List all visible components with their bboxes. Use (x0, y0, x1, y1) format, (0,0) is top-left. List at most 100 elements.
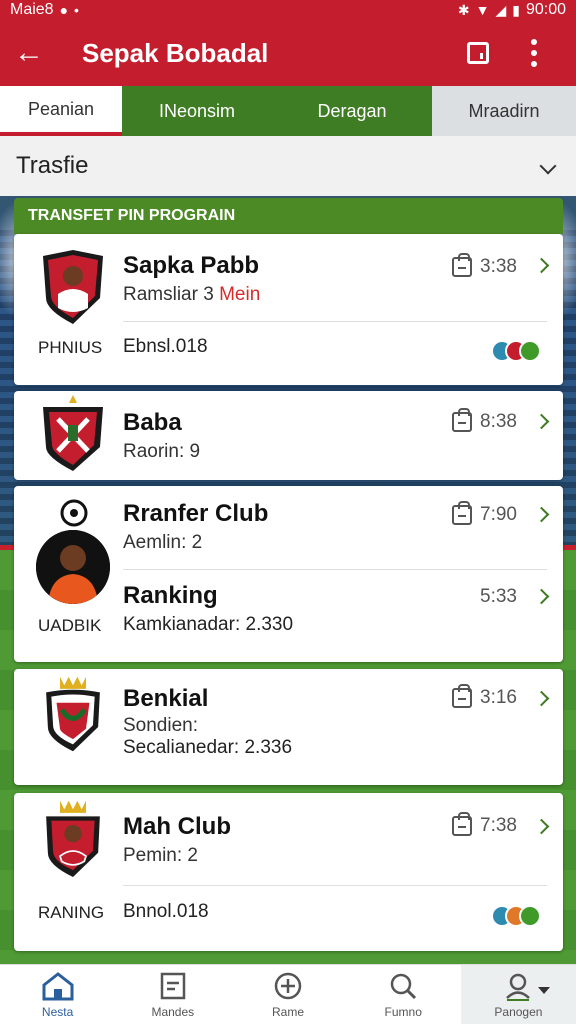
card-time-value: 3:16 (480, 687, 517, 708)
card-caption: PHNIUS (38, 338, 103, 357)
card-time: 3:38 (452, 253, 517, 278)
club-crest-icon (43, 395, 103, 471)
edit-button[interactable] (450, 42, 506, 64)
notification-icon: ● (59, 2, 69, 18)
card-caption: RANING (38, 903, 105, 922)
clipboard-icon (160, 972, 186, 999)
bag-icon (452, 501, 473, 525)
card-time: 3:16 (452, 684, 517, 709)
card-title: Baba (123, 409, 182, 436)
transfer-banner: TRANSFET PIN PROGRAIN (14, 198, 563, 234)
user-icon (506, 973, 531, 1001)
card-time-value: 7:38 (480, 815, 517, 836)
clock: 90:00 (525, 1, 566, 18)
edit-icon (467, 42, 489, 64)
ball-emblem-icon (60, 499, 88, 527)
tab-bar: Peanian INeonsim Deragan Mraadirn (0, 86, 576, 136)
card-detail: Kamkianadar: 2.330 (123, 614, 294, 635)
card-time-value: 7:90 (480, 504, 517, 525)
card-subtitle: Ramsliar 3 Mein (123, 284, 260, 306)
nav-item-rame[interactable]: Rame (230, 965, 345, 1024)
transfer-card[interactable]: Sapka Pabb Ramsliar 3 Mein 3:38 PHNIUS E… (14, 234, 563, 385)
battery-icon: ▮ (512, 1, 520, 18)
card-subtitle-text: Ramsliar 3 (123, 284, 214, 305)
status-dots (491, 905, 541, 927)
chevron-right-icon[interactable] (533, 690, 550, 707)
nav-item-panogen[interactable]: Panogen (460, 965, 576, 1024)
carrier-label: Maie8 (10, 1, 54, 18)
nav-item-mandes[interactable]: Mandes (115, 965, 230, 1024)
club-crest-icon (43, 250, 103, 324)
nav-label: Panogen (494, 1004, 543, 1019)
card-detail: Secalianedar: 2.336 (123, 737, 293, 758)
status-dot (519, 905, 541, 927)
nav-label: Fumno (384, 1004, 422, 1019)
card-time: 8:38 (452, 408, 517, 433)
card-subtitle: Raorin: 9 (123, 441, 201, 462)
bag-icon (452, 812, 473, 836)
more-menu-button[interactable] (506, 39, 562, 67)
chevron-right-icon[interactable] (533, 257, 550, 274)
card-title: Mah Club (123, 813, 231, 840)
back-arrow-icon[interactable]: ← (14, 38, 54, 68)
bottom-navigation: Nesta Mandes Rame Fumno Panogen (0, 964, 576, 1024)
nav-item-fumno[interactable]: Fumno (346, 965, 461, 1024)
card-caption: UADBIK (38, 616, 102, 635)
card-title: Rranfer Club (123, 500, 269, 527)
club-crest-icon (46, 800, 100, 877)
nav-label: Rame (272, 1004, 305, 1019)
tab-peanian[interactable]: Peanian (0, 86, 122, 136)
transfer-card[interactable]: Rranfer Club Aemlin: 2 7:90 Ranking 5:33… (14, 486, 563, 662)
card-time-value: 3:38 (480, 256, 517, 277)
card-time: 7:90 (452, 501, 517, 526)
card-detail: Ebnsl.018 (123, 336, 208, 357)
card-subtitle: Pemin: 2 (123, 845, 198, 866)
nav-label: Mandes (151, 1004, 195, 1019)
bag-icon (452, 253, 473, 277)
transfer-card[interactable]: Benkial Sondien: 3:16 Secalianedar: 2.33… (14, 669, 563, 785)
divider (123, 569, 547, 570)
player-avatar (36, 530, 110, 604)
chevron-right-icon[interactable] (533, 506, 550, 523)
status-dot (519, 340, 541, 362)
location-icon: • (74, 2, 79, 18)
wifi-icon: ▼ (475, 2, 490, 18)
caret-down-icon[interactable] (538, 987, 550, 994)
nav-item-home[interactable]: Nesta (0, 965, 115, 1024)
chevron-right-icon[interactable] (533, 818, 550, 835)
tab-ineonsim[interactable]: INeonsim (122, 86, 272, 136)
transfer-card[interactable]: Mah Club Pemin: 2 7:38 RANING Bnnol.018 (14, 793, 563, 951)
app-bar: ← Sepak Bobadal (0, 20, 576, 86)
card-time: 7:38 (452, 812, 517, 837)
chevron-right-icon[interactable] (533, 413, 550, 430)
section-title: Trasfie (16, 152, 89, 179)
card-time-secondary: 5:33 (480, 586, 517, 607)
search-icon (390, 973, 417, 999)
nav-label: Nesta (41, 1004, 74, 1019)
tab-deragan[interactable]: Deragan (272, 86, 432, 136)
tab-mraadirn[interactable]: Mraadirn (432, 86, 576, 136)
card-title: Sapka Pabb (123, 252, 260, 279)
plus-circle-icon (274, 972, 302, 999)
card-subtitle: Aemlin: 2 (123, 532, 203, 553)
bag-icon (452, 684, 473, 708)
transfer-card[interactable]: Baba Raorin: 9 8:38 (14, 391, 563, 480)
home-icon (42, 971, 74, 1000)
card-time-value: 8:38 (480, 411, 517, 432)
bag-icon (452, 408, 473, 432)
card-title-secondary: Ranking (123, 582, 218, 609)
top-bar: Maie8 ● • ✱ ▼ ◢ ▮ 90:00 ← Sepak Bobadal (0, 0, 576, 86)
page-title: Sepak Bobadal (82, 37, 269, 68)
status-bar: Maie8 ● • ✱ ▼ ◢ ▮ 90:00 (0, 0, 576, 20)
chevron-right-icon[interactable] (533, 588, 550, 605)
card-title: Benkial (123, 685, 209, 712)
club-crest-icon (46, 676, 100, 752)
bluetooth-icon: ✱ (457, 1, 470, 18)
status-dots (491, 340, 541, 362)
card-subtitle: Sondien: (123, 715, 199, 736)
divider (123, 321, 547, 322)
card-detail: Bnnol.018 (123, 901, 209, 922)
more-vertical-icon (531, 39, 537, 67)
signal-icon: ◢ (495, 1, 507, 18)
card-subtitle-accent: Mein (219, 284, 261, 305)
